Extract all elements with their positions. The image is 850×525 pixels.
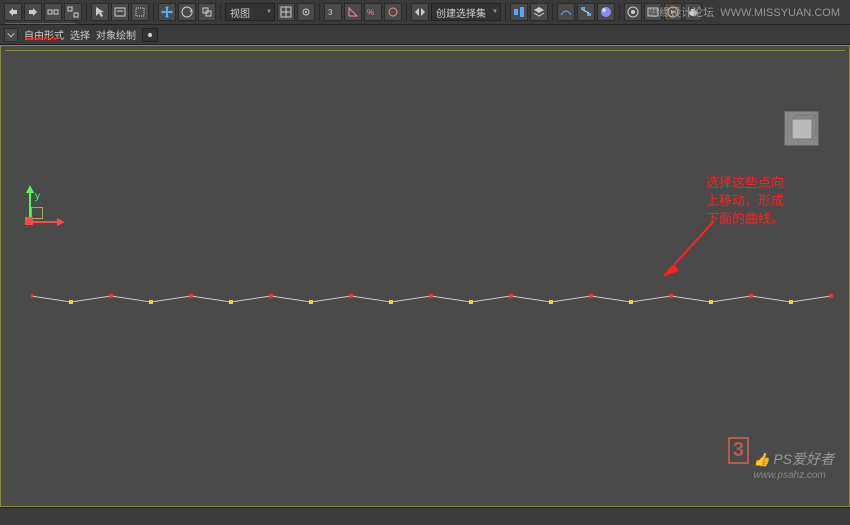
vertex-point[interactable] bbox=[469, 300, 473, 304]
rotate-button[interactable] bbox=[178, 3, 196, 21]
svg-text:%: % bbox=[367, 8, 374, 17]
link-button[interactable] bbox=[44, 3, 62, 21]
divider bbox=[153, 3, 154, 21]
unlink-button[interactable] bbox=[64, 3, 82, 21]
selection-set-dropdown[interactable]: 创建选择集 bbox=[431, 3, 501, 21]
tab-select[interactable]: 选择 bbox=[70, 27, 90, 42]
divider bbox=[319, 3, 320, 21]
highlight-underline bbox=[5, 23, 75, 24]
mirror-button[interactable] bbox=[411, 3, 429, 21]
vertex-point[interactable] bbox=[789, 300, 793, 304]
redo-button[interactable] bbox=[24, 3, 42, 21]
tab-object[interactable]: 对象绘制 bbox=[96, 27, 136, 42]
y-axis-label: y bbox=[35, 191, 40, 202]
divider bbox=[86, 3, 87, 21]
curve-editor-button[interactable] bbox=[557, 3, 575, 21]
render-setup-button[interactable] bbox=[624, 3, 642, 21]
object-dropdown-button[interactable] bbox=[142, 28, 158, 42]
divider bbox=[552, 3, 553, 21]
divider bbox=[406, 3, 407, 21]
vertex-point[interactable] bbox=[149, 300, 153, 304]
scale-button[interactable] bbox=[198, 3, 216, 21]
watermark-text: 👍 PS爱好者 www.psahz.com bbox=[754, 449, 835, 481]
vertex-point[interactable] bbox=[509, 294, 513, 298]
snap-angle-button[interactable] bbox=[344, 3, 362, 21]
undo-button[interactable] bbox=[4, 3, 22, 21]
y-axis-arrow bbox=[26, 185, 34, 193]
move-button[interactable] bbox=[158, 3, 176, 21]
vertex-point[interactable] bbox=[589, 294, 593, 298]
select-name-button[interactable] bbox=[111, 3, 129, 21]
viewport-border bbox=[5, 50, 845, 51]
grid-button[interactable] bbox=[277, 3, 295, 21]
snap-button[interactable] bbox=[297, 3, 315, 21]
viewcube[interactable] bbox=[784, 111, 819, 146]
vertex-point[interactable] bbox=[189, 294, 193, 298]
viewport[interactable]: y 选择这些点向 上移动，形成 下面的曲线。 3 👍 PS爱好者 www.psa… bbox=[0, 45, 850, 507]
spline-object[interactable] bbox=[31, 294, 839, 309]
origin-handle[interactable] bbox=[25, 217, 33, 225]
tab-freeform[interactable]: 自由形式 bbox=[24, 27, 64, 42]
x-axis[interactable] bbox=[29, 221, 59, 223]
divider bbox=[505, 3, 506, 21]
divider bbox=[220, 3, 221, 21]
watermark-logo: 3 bbox=[728, 437, 749, 464]
vertex-point[interactable] bbox=[229, 300, 233, 304]
highlight-underline bbox=[25, 38, 60, 39]
sub-dropdown-button[interactable] bbox=[4, 28, 18, 42]
vertex-point[interactable] bbox=[549, 300, 553, 304]
vertex-point[interactable] bbox=[269, 294, 273, 298]
select-rect-button[interactable] bbox=[131, 3, 149, 21]
vertex-point[interactable] bbox=[749, 294, 753, 298]
divider bbox=[619, 3, 620, 21]
vertex-point[interactable] bbox=[309, 300, 313, 304]
align-button[interactable] bbox=[510, 3, 528, 21]
vertex-point[interactable] bbox=[669, 294, 673, 298]
vertex-point[interactable] bbox=[109, 294, 113, 298]
vertex-point[interactable] bbox=[829, 294, 833, 298]
view-dropdown-label: 视图 bbox=[230, 5, 250, 20]
main-toolbar: 视图 3 % 创建选择集 思缘设计论坛 WWW.MISSYUAN.COM bbox=[0, 0, 850, 25]
vertex-point[interactable] bbox=[31, 294, 33, 298]
schematic-button[interactable] bbox=[577, 3, 595, 21]
vertex-point[interactable] bbox=[349, 294, 353, 298]
select-button[interactable] bbox=[91, 3, 109, 21]
material-button[interactable] bbox=[597, 3, 615, 21]
svg-text:3: 3 bbox=[328, 8, 333, 17]
brand-text: 思缘设计论坛 WWW.MISSYUAN.COM bbox=[648, 4, 840, 20]
spinner-snap-button[interactable] bbox=[384, 3, 402, 21]
vertex-point[interactable] bbox=[629, 300, 633, 304]
vertex-point[interactable] bbox=[709, 300, 713, 304]
status-bar bbox=[0, 507, 850, 525]
vertex-point[interactable] bbox=[429, 294, 433, 298]
view-dropdown[interactable]: 视图 bbox=[225, 3, 275, 21]
layers-button[interactable] bbox=[530, 3, 548, 21]
snap-percent-button[interactable]: % bbox=[364, 3, 382, 21]
vertex-point[interactable] bbox=[69, 300, 73, 304]
snap-3d-button[interactable]: 3 bbox=[324, 3, 342, 21]
sub-toolbar: 自由形式 选择 对象绘制 bbox=[0, 25, 850, 45]
annotation-arrow bbox=[649, 216, 729, 296]
selection-set-label: 创建选择集 bbox=[436, 5, 486, 20]
x-axis-arrow bbox=[57, 218, 65, 226]
vertex-point[interactable] bbox=[389, 300, 393, 304]
